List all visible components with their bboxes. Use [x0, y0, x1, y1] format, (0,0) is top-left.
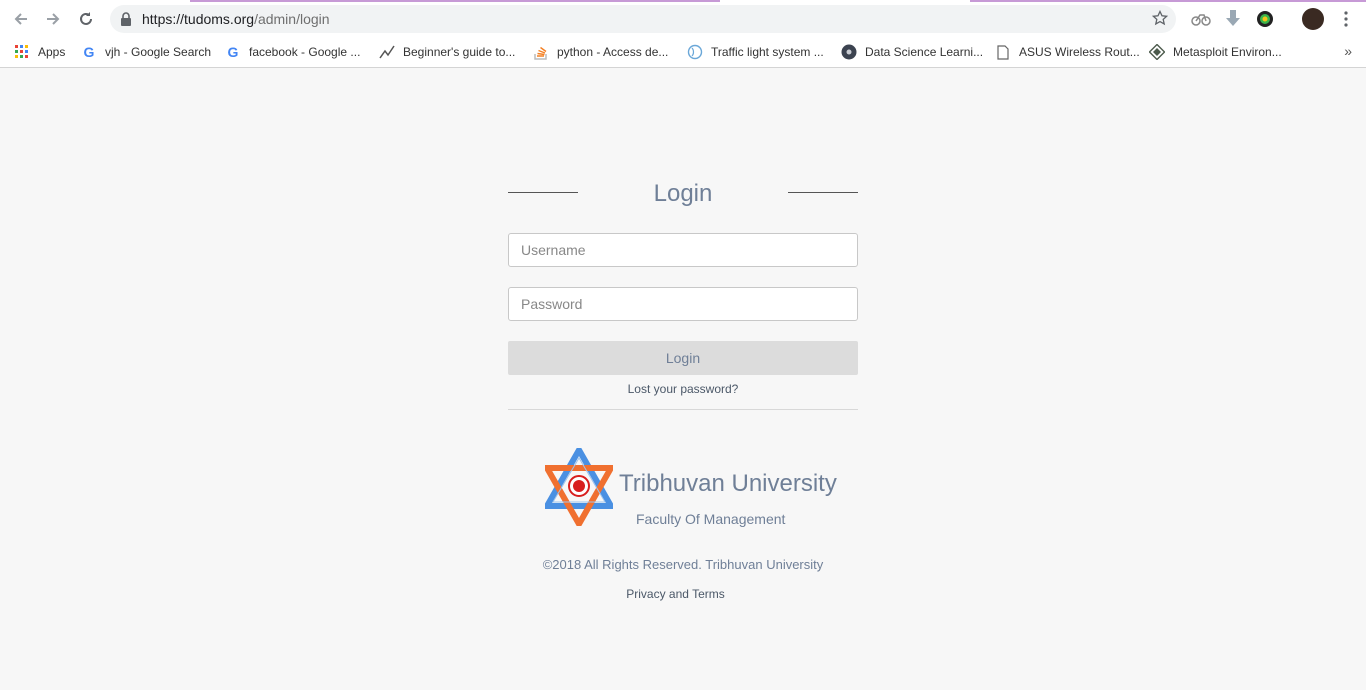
globe-icon — [687, 44, 703, 60]
copyright-label: ©2018 All Rights Reserved. Tribhuvan Uni… — [542, 557, 824, 572]
back-button[interactable] — [9, 7, 33, 31]
bookmark-data-science[interactable]: Data Science Learni... — [841, 43, 983, 61]
login-header: Login — [508, 170, 858, 216]
profile-avatar[interactable] — [1302, 8, 1324, 30]
password-input[interactable] — [508, 287, 858, 321]
arrow-left-icon — [14, 13, 27, 25]
page-title: Login — [653, 180, 713, 207]
bookmark-label: python - Access de... — [557, 45, 669, 59]
bookmarks-more-button[interactable]: » — [1344, 43, 1352, 59]
apps-grid-icon — [14, 44, 30, 60]
bookmark-star-icon[interactable] — [1151, 9, 1169, 31]
bookmark-facebook-search[interactable]: G facebook - Google ... — [225, 43, 361, 61]
bookmark-vjh-search[interactable]: G vjh - Google Search — [81, 43, 212, 61]
stackoverflow-icon — [533, 44, 549, 60]
reload-button[interactable] — [74, 7, 98, 31]
bookmark-label: Traffic light system ... — [711, 45, 824, 59]
extension-bicycle-icon[interactable] — [1191, 9, 1211, 29]
reload-icon — [80, 12, 92, 25]
diamond-logo-icon — [1149, 44, 1165, 60]
bookmark-asus-router[interactable]: ASUS Wireless Rout... — [995, 43, 1140, 61]
title-divider-right — [788, 192, 858, 193]
lock-icon — [120, 12, 132, 31]
privacy-terms-link[interactable]: Privacy and Terms — [0, 587, 1351, 601]
bookmark-label: vjh - Google Search — [105, 45, 212, 59]
username-input[interactable] — [508, 233, 858, 267]
bookmark-beginners-guide[interactable]: Beginner's guide to... — [379, 43, 515, 61]
google-icon: G — [227, 44, 239, 60]
tribhuvan-university-logo — [545, 448, 613, 526]
lost-password-link[interactable]: Lost your password? — [508, 382, 858, 396]
form-divider — [508, 409, 858, 410]
bookmark-label: ASUS Wireless Rout... — [1019, 45, 1140, 59]
university-name: Tribhuvan University — [619, 470, 837, 497]
bookmark-apps[interactable]: Apps — [14, 43, 65, 61]
extension-color-icon[interactable] — [1255, 9, 1275, 29]
bookmark-label: facebook - Google ... — [249, 45, 361, 59]
bookmark-label: Apps — [38, 45, 66, 59]
bookmark-metasploit[interactable]: Metasploit Environ... — [1149, 43, 1282, 61]
bookmarks-bar: Apps G vjh - Google Search G facebook - … — [0, 36, 1366, 68]
faculty-name: Faculty Of Management — [636, 511, 786, 527]
forward-button[interactable] — [41, 7, 65, 31]
bookmark-label: Beginner's guide to... — [403, 45, 516, 59]
chart-line-icon — [379, 44, 395, 60]
google-icon: G — [83, 44, 95, 60]
circle-logo-icon — [841, 44, 857, 60]
bookmark-python-access[interactable]: python - Access de... — [533, 43, 668, 61]
bookmark-label: Data Science Learni... — [865, 45, 984, 59]
bookmark-traffic-light[interactable]: Traffic light system ... — [687, 43, 824, 61]
url-text: https://tudoms.org/admin/login — [142, 11, 330, 27]
bookmark-label: Metasploit Environ... — [1173, 45, 1282, 59]
address-bar[interactable]: https://tudoms.org/admin/login — [110, 5, 1176, 33]
arrow-right-icon — [47, 13, 60, 25]
menu-kebab-icon[interactable] — [1336, 9, 1356, 29]
login-form: Login Login Lost your password? — [508, 170, 858, 410]
browser-toolbar: https://tudoms.org/admin/login — [0, 2, 1366, 36]
login-button[interactable]: Login — [508, 341, 858, 375]
download-icon[interactable] — [1223, 9, 1243, 29]
copyright-text: ©2018 All Rights Reserved. Tribhuvan Uni… — [0, 557, 1366, 572]
page-icon — [995, 44, 1011, 60]
university-branding: Tribhuvan University Faculty Of Manageme… — [545, 448, 845, 528]
